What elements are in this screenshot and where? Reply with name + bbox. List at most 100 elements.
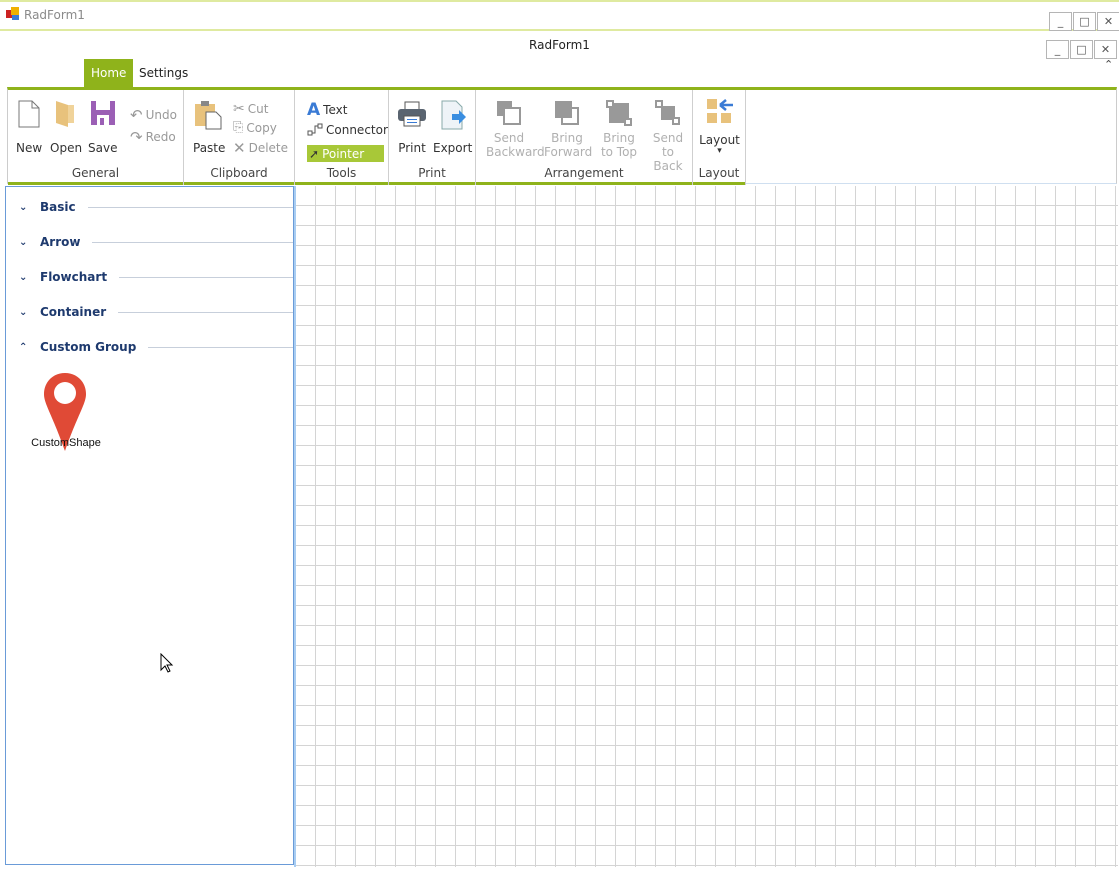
- print-label: Print: [398, 141, 426, 155]
- group-header-label: Custom Group: [40, 340, 137, 354]
- export-label: Export: [433, 141, 473, 155]
- send-backward-icon: [497, 101, 521, 125]
- undo-button[interactable]: ↶ Undo: [130, 106, 177, 124]
- copy-label: Copy: [246, 120, 277, 135]
- redo-button[interactable]: ↷ Redo: [130, 128, 176, 146]
- paste-label: Paste: [193, 141, 226, 155]
- chevron-down-icon: ⌄: [19, 201, 28, 213]
- delete-button[interactable]: ✕ Delete: [233, 139, 288, 157]
- open-label: Open: [50, 141, 83, 155]
- copy-icon: ⎘: [233, 120, 244, 135]
- tab-home[interactable]: Home: [84, 59, 134, 88]
- bring-forward-icon: [555, 101, 579, 125]
- new-label: New: [16, 141, 43, 155]
- toolbox-group-custom-group[interactable]: ⌃ Custom Group: [6, 337, 293, 357]
- bring-forward-button[interactable]: Bring Forward: [544, 100, 593, 159]
- pointer-label: Pointer: [322, 146, 365, 161]
- toolbox-group-flowchart[interactable]: ⌄ Flowchart: [6, 267, 293, 287]
- mouse-cursor-icon: [160, 653, 174, 673]
- layout-label: Layout: [699, 133, 740, 147]
- text-label: Text: [323, 103, 348, 117]
- redo-icon: ↷: [130, 128, 143, 146]
- cut-label: Cut: [247, 102, 269, 116]
- shape-toolbox: ⌄ Basic ⌄ Arrow ⌄ Flowchart ⌄ Container ⌃ Cus…: [5, 186, 294, 865]
- maximize-button[interactable]: □: [1073, 12, 1096, 31]
- group-arrangement: Send Backward Bring Forward Bring to Top Se…: [476, 90, 693, 185]
- bring-to-top-label-1: Bring: [603, 131, 635, 145]
- group-layout: Layout ▾ Layout: [693, 90, 746, 185]
- send-to-back-icon: [655, 100, 680, 125]
- bring-to-top-icon: [606, 100, 632, 126]
- open-folder-icon: [56, 101, 75, 127]
- copy-button[interactable]: ⎘ Copy: [233, 120, 277, 135]
- group-tools: A Text Connector ➚ Pointer Tools: [295, 90, 389, 185]
- connector-tool-button[interactable]: Connector: [307, 123, 388, 137]
- undo-label: Undo: [145, 108, 177, 122]
- minimize-button[interactable]: _: [1049, 12, 1072, 31]
- chevron-down-icon: ⌄: [19, 306, 28, 318]
- bring-forward-label-2: Forward: [544, 145, 593, 159]
- pointer-arrow-icon: ➚: [309, 146, 320, 161]
- group-header-label: Container: [40, 305, 107, 319]
- divider: [148, 346, 293, 348]
- form-title: RadForm1: [529, 38, 590, 52]
- ribbon-collapse-button[interactable]: ⌃: [1104, 58, 1113, 71]
- form-minimize-button[interactable]: _: [1046, 40, 1069, 59]
- divider: [92, 241, 293, 243]
- redo-label: Redo: [145, 130, 176, 144]
- tab-settings[interactable]: Settings: [132, 59, 195, 88]
- paste-button[interactable]: Paste: [193, 100, 225, 155]
- text-tool-button[interactable]: A Text: [307, 100, 347, 120]
- group-label: General: [71, 166, 120, 180]
- group-clipboard: Paste ✂ Cut ⎘ Copy ✕ Delete Clipboard: [184, 90, 295, 185]
- divider: [87, 206, 293, 208]
- diagram-canvas[interactable]: [294, 186, 1118, 867]
- send-backward-button[interactable]: Send Backward: [486, 100, 545, 159]
- group-general: New Open Save ↶ Undo ↷ Redo General: [8, 90, 184, 185]
- ribbon: New Open Save ↶ Undo ↷ Redo General Paste …: [7, 87, 1117, 185]
- open-button[interactable]: Open: [50, 100, 82, 155]
- bring-to-top-button[interactable]: Bring to Top: [599, 100, 639, 159]
- close-button[interactable]: ✕: [1097, 12, 1119, 31]
- toolbox-group-container[interactable]: ⌄ Container: [6, 302, 293, 322]
- bring-forward-label-1: Bring: [551, 131, 583, 145]
- save-label: Save: [88, 141, 118, 155]
- save-button[interactable]: Save: [88, 100, 117, 155]
- chevron-up-icon: ⌃: [19, 341, 28, 353]
- export-icon: [441, 100, 466, 130]
- chevron-down-icon: ⌄: [19, 236, 28, 248]
- delete-label: Delete: [248, 141, 289, 155]
- group-header-label: Arrow: [40, 235, 81, 249]
- export-button[interactable]: Export: [433, 100, 472, 155]
- group-label: Print: [418, 166, 446, 180]
- form-maximize-button[interactable]: □: [1070, 40, 1093, 59]
- new-button[interactable]: New: [16, 100, 42, 155]
- layout-icon: [706, 99, 733, 123]
- group-label: Clipboard: [210, 166, 268, 180]
- paste-clipboard-icon: [195, 101, 222, 130]
- new-document-icon: [18, 100, 40, 128]
- form-close-button[interactable]: ✕: [1094, 40, 1117, 59]
- chevron-down-icon: ⌄: [19, 271, 28, 283]
- save-disk-icon: [90, 101, 115, 125]
- layout-button[interactable]: Layout ▾: [698, 98, 741, 156]
- toolbox-group-basic[interactable]: ⌄ Basic: [6, 197, 293, 217]
- pointer-tool-button[interactable]: ➚ Pointer: [307, 145, 384, 162]
- send-to-back-label-1: Send: [652, 131, 684, 145]
- delete-x-icon: ✕: [233, 139, 246, 157]
- window-title-bar: RadForm1 _ □ ✕: [0, 0, 1119, 31]
- printer-icon: [398, 101, 426, 127]
- divider: [119, 276, 293, 278]
- layout-dropdown-arrow-icon: ▾: [717, 146, 722, 156]
- send-backward-label-1: Send: [493, 131, 525, 145]
- send-to-back-button[interactable]: Send to Back: [646, 100, 690, 173]
- toolbox-item-label: CustomShape: [31, 437, 101, 449]
- print-button[interactable]: Print: [397, 100, 427, 155]
- cut-button[interactable]: ✂ Cut: [233, 101, 268, 117]
- group-header-label: Basic: [40, 200, 76, 214]
- toolbox-group-arrow[interactable]: ⌄ Arrow: [6, 232, 293, 252]
- toolbox-item-customshape[interactable]: CustomShape: [26, 372, 106, 454]
- group-label: Tools: [326, 166, 357, 180]
- connector-label: Connector: [326, 123, 388, 137]
- scissors-icon: ✂: [233, 101, 245, 117]
